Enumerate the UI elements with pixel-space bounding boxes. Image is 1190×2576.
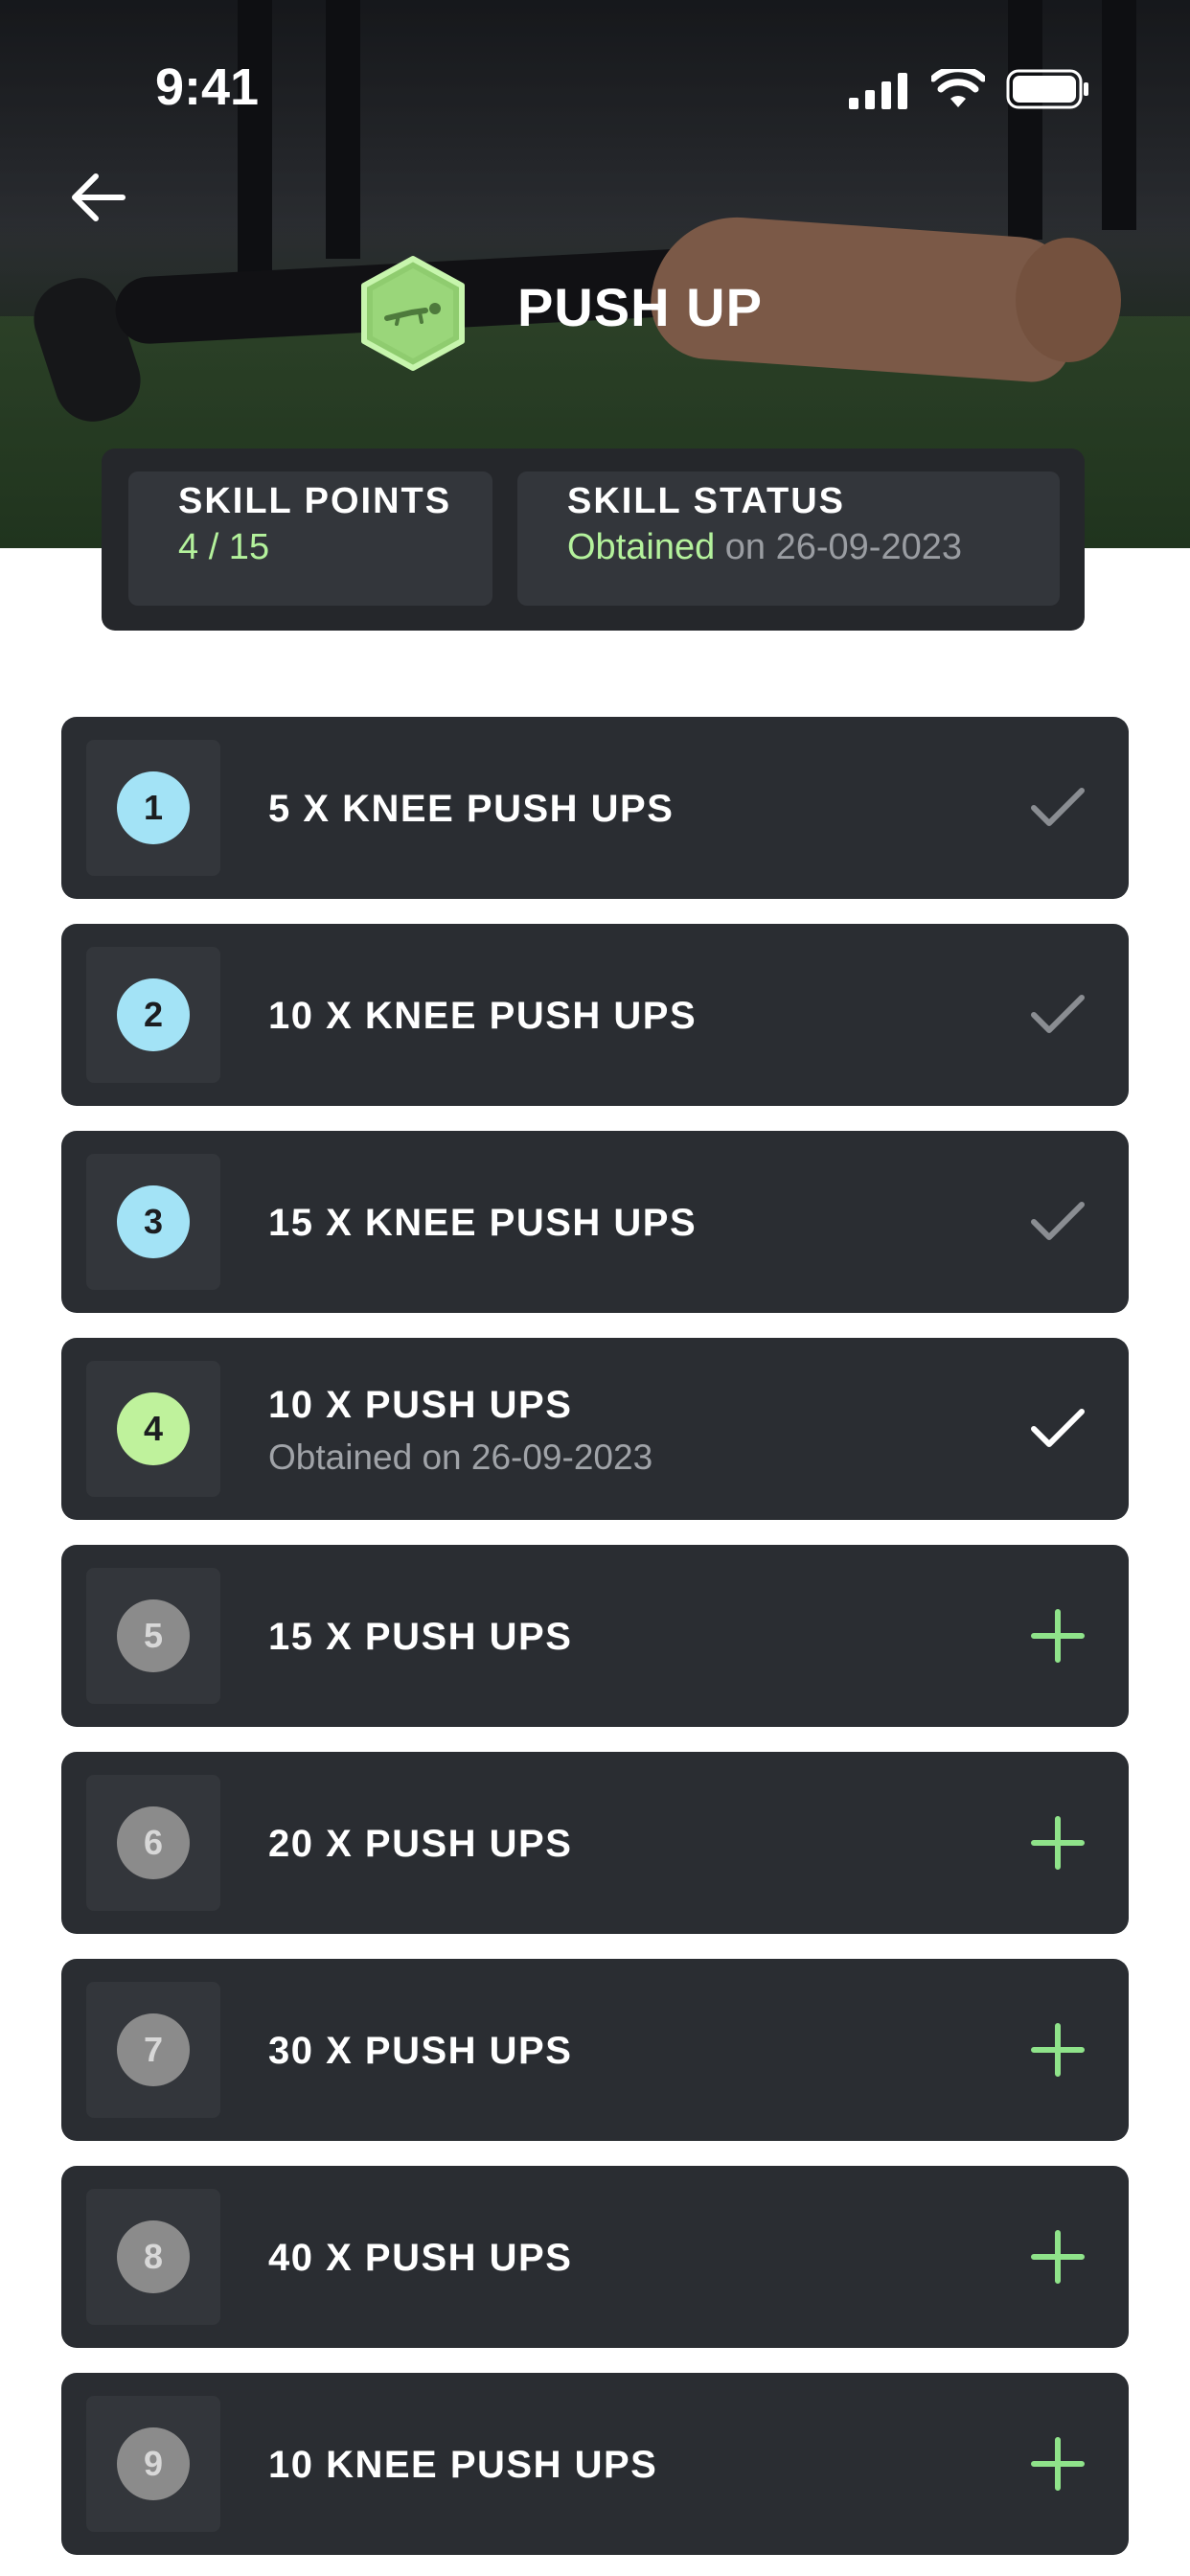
level-label: 30 X PUSH UPS [268, 2030, 573, 2072]
arrow-left-icon [72, 173, 126, 221]
plus-icon [1031, 2437, 1085, 2491]
level-number: 3 [117, 1185, 190, 1258]
level-status-button[interactable] [1027, 1398, 1088, 1460]
level-label: 10 KNEE PUSH UPS [268, 2444, 658, 2486]
level-number-box: 3 [86, 1154, 220, 1290]
check-icon [1031, 995, 1085, 1033]
level-number: 1 [117, 771, 190, 844]
add-level-button[interactable] [1027, 2226, 1088, 2288]
back-button[interactable] [63, 163, 132, 232]
skill-badge [358, 255, 468, 372]
level-label: 15 X PUSH UPS [268, 1616, 573, 1658]
skill-points-value: 4 / 15 [178, 527, 270, 567]
level-number: 2 [117, 978, 190, 1051]
level-label: 20 X PUSH UPS [268, 1823, 573, 1865]
add-level-button[interactable] [1027, 1605, 1088, 1667]
level-label: 10 X KNEE PUSH UPS [268, 995, 698, 1037]
status-time: 9:41 [155, 58, 260, 116]
level-label: 15 X KNEE PUSH UPS [268, 1202, 698, 1244]
battery-icon [1006, 69, 1088, 109]
level-number: 8 [117, 2220, 190, 2293]
level-number: 7 [117, 2013, 190, 2086]
level-item-8[interactable]: 8 40 X PUSH UPS [61, 2166, 1129, 2348]
level-item-5[interactable]: 5 15 X PUSH UPS [61, 1545, 1129, 1727]
plus-icon [1031, 1609, 1085, 1663]
add-level-button[interactable] [1027, 2433, 1088, 2495]
plus-icon [1031, 2023, 1085, 2077]
level-status-button[interactable] [1027, 1191, 1088, 1253]
level-label: 5 X KNEE PUSH UPS [268, 788, 675, 830]
level-item-4[interactable]: 4 10 X PUSH UPS Obtained on 26-09-2023 [61, 1338, 1129, 1520]
page-title: PUSH UP [517, 277, 763, 337]
status-icons [849, 69, 1090, 109]
level-item-9[interactable]: 9 10 KNEE PUSH UPS [61, 2373, 1129, 2555]
skill-points-label: SKILL POINTS [178, 481, 452, 521]
level-item-3[interactable]: 3 15 X KNEE PUSH UPS [61, 1131, 1129, 1313]
status-bar: 9:41 [0, 0, 1190, 144]
skill-summary-card: SKILL POINTS 4 / 15 SKILL STATUS Obtaine… [102, 448, 1085, 631]
level-number: 5 [117, 1599, 190, 1672]
level-item-1[interactable]: 1 5 X KNEE PUSH UPS [61, 717, 1129, 899]
level-number-box: 9 [86, 2396, 220, 2532]
level-item-6[interactable]: 6 20 X PUSH UPS [61, 1752, 1129, 1934]
skill-status-label: SKILL STATUS [567, 481, 845, 521]
level-number-box: 8 [86, 2189, 220, 2325]
plus-icon [1031, 1816, 1085, 1870]
level-item-2[interactable]: 2 10 X KNEE PUSH UPS [61, 924, 1129, 1106]
skill-status-text: Obtained [567, 527, 716, 567]
skill-status-value: Obtained on 26-09-2023 [567, 527, 962, 568]
skill-status-date: on 26-09-2023 [724, 527, 963, 567]
wifi-icon [931, 69, 985, 107]
level-number: 4 [117, 1392, 190, 1465]
push-up-icon [361, 256, 465, 371]
check-icon [1031, 1409, 1085, 1447]
add-level-button[interactable] [1027, 2019, 1088, 2081]
level-item-7[interactable]: 7 30 X PUSH UPS [61, 1959, 1129, 2141]
level-number-box: 1 [86, 740, 220, 876]
level-number-box: 4 [86, 1361, 220, 1497]
level-number-box: 5 [86, 1568, 220, 1704]
level-number: 6 [117, 1806, 190, 1879]
check-icon [1031, 788, 1085, 826]
level-label: 10 X PUSH UPS [268, 1384, 573, 1426]
add-level-button[interactable] [1027, 1812, 1088, 1874]
level-number-box: 2 [86, 947, 220, 1083]
level-status-button[interactable] [1027, 777, 1088, 839]
level-status-button[interactable] [1027, 984, 1088, 1046]
level-number: 9 [117, 2427, 190, 2500]
check-icon [1031, 1202, 1085, 1240]
level-number-box: 7 [86, 1982, 220, 2118]
level-label: 40 X PUSH UPS [268, 2237, 573, 2279]
cellular-signal-icon [849, 73, 907, 109]
level-number-box: 6 [86, 1775, 220, 1911]
plus-icon [1031, 2230, 1085, 2284]
level-obtained-date: Obtained on 26-09-2023 [268, 1438, 653, 1477]
